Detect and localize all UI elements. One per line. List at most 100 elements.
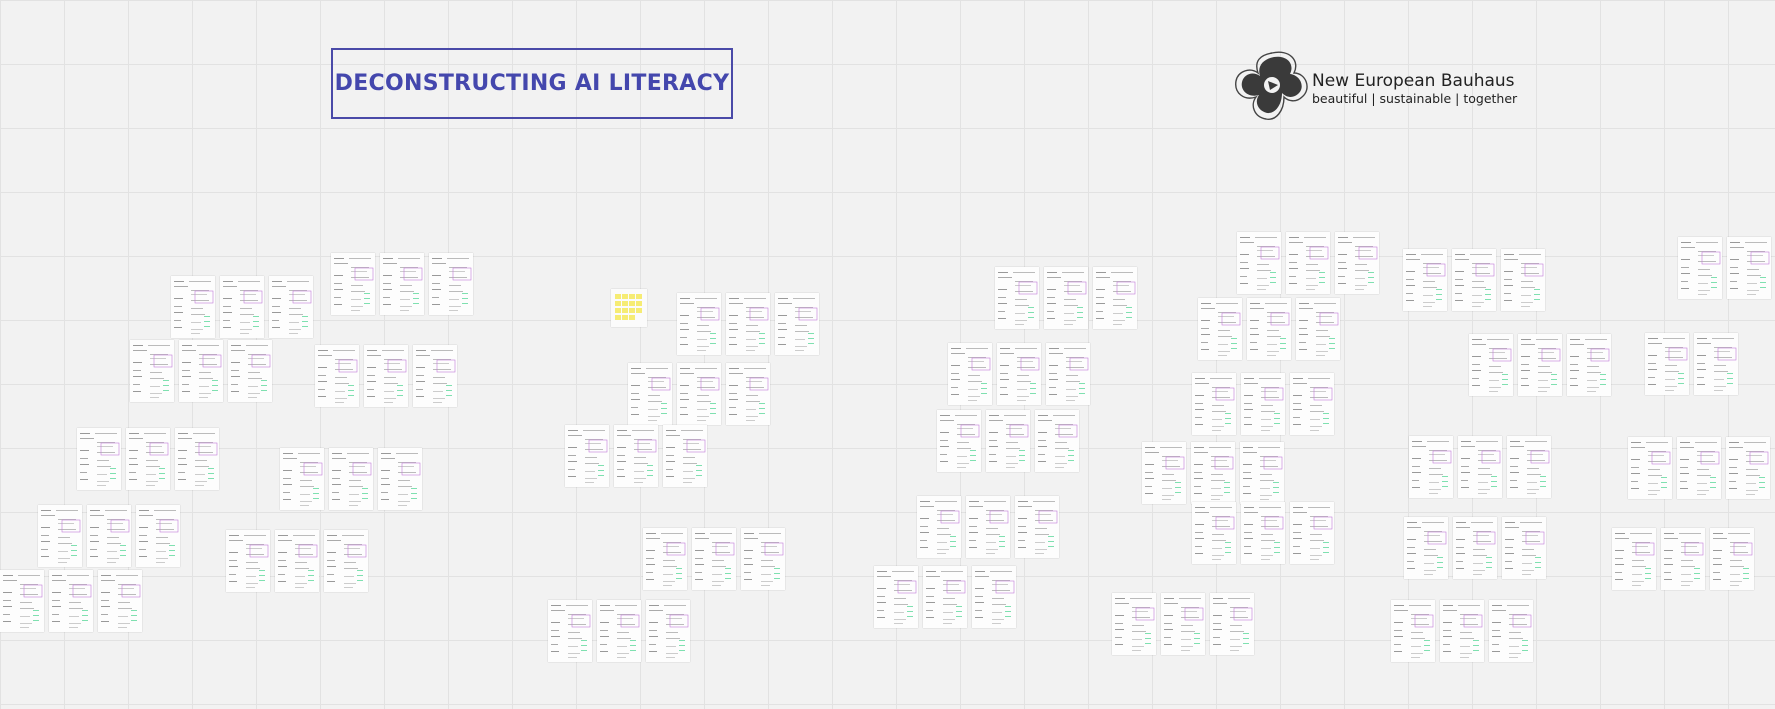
- worksheet-card[interactable]: [1142, 442, 1186, 504]
- worksheet-card[interactable]: [997, 343, 1041, 405]
- worksheet-card[interactable]: [364, 345, 408, 407]
- worksheet-card[interactable]: [1677, 437, 1721, 499]
- worksheet-card[interactable]: [646, 600, 690, 662]
- worksheet-card[interactable]: [937, 410, 981, 472]
- worksheet-card[interactable]: [1044, 267, 1088, 329]
- worksheet-card[interactable]: [1453, 517, 1497, 579]
- worksheet-card[interactable]: [948, 343, 992, 405]
- worksheet-card[interactable]: [663, 425, 707, 487]
- worksheet-card[interactable]: [136, 505, 180, 567]
- worksheet-card[interactable]: [1469, 334, 1513, 396]
- worksheet-card[interactable]: [1241, 373, 1285, 435]
- worksheet-card[interactable]: [1046, 343, 1090, 405]
- worksheet-card[interactable]: [643, 528, 687, 590]
- worksheet-card[interactable]: [130, 340, 174, 402]
- worksheet-card[interactable]: [179, 340, 223, 402]
- worksheet-card[interactable]: [1489, 600, 1533, 662]
- worksheet-card[interactable]: [1507, 436, 1551, 498]
- new-european-bauhaus-logo[interactable]: New European Bauhaus beautiful | sustain…: [1232, 47, 1532, 123]
- worksheet-card[interactable]: [917, 496, 961, 558]
- worksheet-card[interactable]: [413, 345, 457, 407]
- worksheet-card[interactable]: [1210, 593, 1254, 655]
- worksheet-card[interactable]: [1247, 298, 1291, 360]
- worksheet-card[interactable]: [1290, 373, 1334, 435]
- worksheet-card[interactable]: [1237, 232, 1281, 294]
- worksheet-card[interactable]: [692, 528, 736, 590]
- worksheet-card[interactable]: [597, 600, 641, 662]
- worksheet-card[interactable]: [1192, 373, 1236, 435]
- worksheet-card[interactable]: [1501, 249, 1545, 311]
- worksheet-card[interactable]: [329, 448, 373, 510]
- worksheet-card[interactable]: [1240, 442, 1284, 504]
- worksheet-card[interactable]: [726, 293, 770, 355]
- worksheet-card[interactable]: [775, 293, 819, 355]
- worksheet-card[interactable]: [1191, 442, 1235, 504]
- worksheet-card[interactable]: [986, 410, 1030, 472]
- worksheet-card[interactable]: [228, 340, 272, 402]
- worksheet-card[interactable]: [726, 363, 770, 425]
- worksheet-card[interactable]: [126, 428, 170, 490]
- worksheet-card[interactable]: [1661, 528, 1705, 590]
- worksheet-card[interactable]: [1286, 232, 1330, 294]
- worksheet-card[interactable]: [429, 253, 473, 315]
- worksheet-card[interactable]: [1198, 298, 1242, 360]
- worksheet-card[interactable]: [1335, 232, 1379, 294]
- worksheet-card[interactable]: [1612, 528, 1656, 590]
- worksheet-card[interactable]: [1567, 334, 1611, 396]
- worksheet-card[interactable]: [995, 267, 1039, 329]
- worksheet-card[interactable]: [171, 276, 215, 338]
- worksheet-card[interactable]: [77, 428, 121, 490]
- worksheet-card[interactable]: [1710, 528, 1754, 590]
- worksheet-card[interactable]: [1015, 496, 1059, 558]
- worksheet-card[interactable]: [1093, 267, 1137, 329]
- worksheet-card[interactable]: [1458, 436, 1502, 498]
- worksheet-card[interactable]: [614, 425, 658, 487]
- worksheet-card[interactable]: [275, 530, 319, 592]
- worksheet-card[interactable]: [1628, 437, 1672, 499]
- worksheet-card[interactable]: [1192, 502, 1236, 564]
- worksheet-card[interactable]: [1518, 334, 1562, 396]
- worksheet-card[interactable]: [1678, 237, 1722, 299]
- worksheet-card[interactable]: [1694, 333, 1738, 395]
- worksheet-card[interactable]: [98, 570, 142, 632]
- worksheet-card[interactable]: [1502, 517, 1546, 579]
- worksheet-card[interactable]: [1241, 502, 1285, 564]
- worksheet-card[interactable]: [628, 363, 672, 425]
- worksheet-card[interactable]: [1409, 436, 1453, 498]
- worksheet-card[interactable]: [966, 496, 1010, 558]
- worksheet-card[interactable]: [331, 253, 375, 315]
- worksheet-card[interactable]: [1296, 298, 1340, 360]
- worksheet-card[interactable]: [175, 428, 219, 490]
- worksheet-card[interactable]: [49, 570, 93, 632]
- worksheet-card[interactable]: [38, 505, 82, 567]
- worksheet-card[interactable]: [874, 566, 918, 628]
- worksheet-card[interactable]: [87, 505, 131, 567]
- worksheet-card[interactable]: [324, 530, 368, 592]
- worksheet-card[interactable]: [1452, 249, 1496, 311]
- worksheet-card[interactable]: [1391, 600, 1435, 662]
- worksheet-card[interactable]: [1645, 333, 1689, 395]
- worksheet-card[interactable]: [565, 425, 609, 487]
- worksheet-card[interactable]: [269, 276, 313, 338]
- worksheet-card[interactable]: [378, 448, 422, 510]
- worksheet-card[interactable]: [923, 566, 967, 628]
- worksheet-card[interactable]: [1404, 517, 1448, 579]
- worksheet-card[interactable]: [1112, 593, 1156, 655]
- worksheet-card[interactable]: [1290, 502, 1334, 564]
- worksheet-card[interactable]: [741, 528, 785, 590]
- board-title-frame[interactable]: DECONSTRUCTING AI LITERACY: [331, 48, 733, 119]
- worksheet-card[interactable]: [677, 363, 721, 425]
- whiteboard-canvas[interactable]: DECONSTRUCTING AI LITERACY New European …: [0, 0, 1775, 709]
- worksheet-card[interactable]: [1161, 593, 1205, 655]
- worksheet-card[interactable]: [677, 293, 721, 355]
- worksheet-card[interactable]: [380, 253, 424, 315]
- worksheet-card[interactable]: [226, 530, 270, 592]
- worksheet-card[interactable]: [315, 345, 359, 407]
- sticky-notes-cluster[interactable]: [611, 289, 647, 327]
- worksheet-card[interactable]: [280, 448, 324, 510]
- worksheet-card[interactable]: [1440, 600, 1484, 662]
- worksheet-card[interactable]: [1727, 237, 1771, 299]
- worksheet-card[interactable]: [548, 600, 592, 662]
- worksheet-card[interactable]: [1035, 410, 1079, 472]
- worksheet-card[interactable]: [220, 276, 264, 338]
